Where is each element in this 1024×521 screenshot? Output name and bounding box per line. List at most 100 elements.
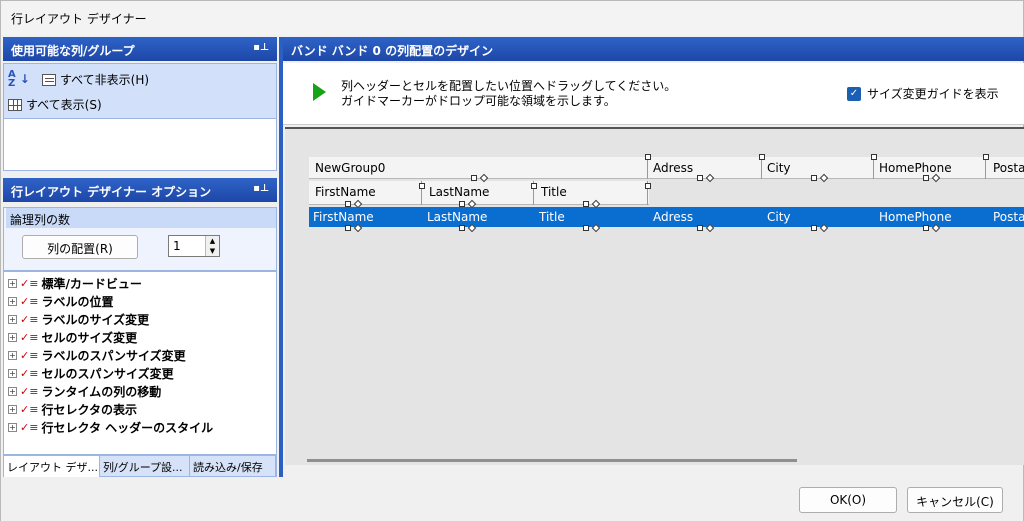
column-count-spinner[interactable]: 1 ▲ ▼ [168, 235, 220, 257]
expand-icon[interactable]: + [8, 386, 17, 396]
tree-item[interactable]: + ✓≡ ラベルのサイズ変更 [8, 310, 149, 328]
resize-handle[interactable] [471, 175, 477, 181]
group-header-row: NewGroup0 Adress City HomePhone Posta [309, 157, 1024, 179]
spin-down-icon[interactable]: ▼ [205, 246, 219, 256]
options-panel-title: 行レイアウト デザイナー オプション [11, 185, 212, 199]
cell-title[interactable]: Title [535, 207, 645, 227]
header-title[interactable]: Title [535, 181, 645, 203]
pin-icon[interactable]: ▪⊥ [253, 42, 269, 53]
expand-icon[interactable]: + [8, 368, 17, 378]
expand-icon[interactable]: + [8, 350, 17, 360]
cell-firstname[interactable]: FirstName [309, 207, 419, 227]
sort-az-icon: AZ [8, 69, 16, 89]
spin-up-icon[interactable]: ▲ [205, 236, 219, 246]
resize-handle[interactable] [697, 175, 703, 181]
tree-item[interactable]: + ✓≡ セルのサイズ変更 [8, 328, 137, 346]
columns-toolbar: AZ ↓ すべて非表示(H) すべて表示(S) [3, 63, 277, 119]
cell-posta[interactable]: Posta [989, 207, 1024, 227]
resize-handle[interactable] [759, 154, 765, 160]
window-title: 行レイアウト デザイナー [11, 12, 147, 26]
logical-columns-label: 論理列の数 [6, 208, 276, 228]
expand-icon[interactable]: + [8, 404, 17, 414]
tree-item[interactable]: + ✓≡ 行セレクタの表示 [8, 400, 137, 418]
sort-arrow-icon: ↓ [19, 72, 30, 86]
expand-icon[interactable]: + [8, 422, 17, 432]
tree-item[interactable]: + ✓≡ 行セレクタ ヘッダーのスタイル [8, 418, 213, 436]
expand-icon[interactable]: + [8, 314, 17, 324]
option-list-icon: ✓≡ [20, 402, 39, 416]
tab-layout-designer[interactable]: レイアウト デザ... [4, 456, 100, 477]
divider [761, 157, 762, 179]
header-lastname[interactable]: LastName [423, 181, 533, 203]
options-panel-header: 行レイアウト デザイナー オプション ▪⊥ [3, 178, 277, 202]
columns-panel-title: 使用可能な列/グループ [11, 44, 135, 58]
column-count-value: 1 [173, 239, 181, 253]
cell-homephone[interactable]: HomePhone [875, 207, 985, 227]
resize-handle[interactable] [871, 154, 877, 160]
left-tabs: レイアウト デザ... 列/グループ設... 読み込み/保存 [3, 455, 277, 477]
pin-icon[interactable]: ▪⊥ [253, 183, 269, 194]
resize-handle[interactable] [645, 183, 651, 189]
expand-icon[interactable]: + [8, 296, 17, 306]
grid-icon [8, 98, 22, 111]
option-list-icon: ✓≡ [20, 348, 39, 362]
cell-lastname[interactable]: LastName [423, 207, 533, 227]
divider [647, 157, 648, 179]
option-list-icon: ✓≡ [20, 366, 39, 380]
tree-item[interactable]: + ✓≡ ラベルの位置 [8, 292, 113, 310]
dialog-window: 行レイアウト デザイナー 使用可能な列/グループ ▪⊥ AZ ↓ すべて非表示(… [0, 0, 1024, 521]
cell-adress[interactable]: Adress [649, 207, 759, 227]
tree-item[interactable]: + ✓≡ セルのスパンサイズ変更 [8, 364, 174, 382]
resize-handle[interactable] [923, 175, 929, 181]
tab-load-save[interactable]: 読み込み/保存 [190, 456, 276, 477]
design-panel-header: バンド バンド 0 の列配置のデザイン [283, 37, 1024, 61]
option-list-icon: ✓≡ [20, 330, 39, 344]
option-list-icon: ✓≡ [20, 294, 39, 308]
header-firstname[interactable]: FirstName [309, 181, 419, 203]
available-columns-list[interactable] [3, 119, 277, 171]
expand-icon[interactable]: + [8, 332, 17, 342]
group-col-posta[interactable]: Posta [987, 157, 1024, 179]
resize-handle[interactable] [459, 225, 465, 231]
option-list-icon: ✓≡ [20, 276, 39, 290]
resize-handle[interactable] [811, 175, 817, 181]
resize-handle[interactable] [923, 225, 929, 231]
hide-all-label: すべて非表示(H) [60, 73, 150, 87]
tree-item[interactable]: + ✓≡ 標準/カードビュー [8, 274, 142, 292]
option-list-icon: ✓≡ [20, 420, 39, 434]
resize-handle[interactable] [583, 201, 589, 207]
play-icon [313, 83, 326, 101]
resize-handle[interactable] [459, 201, 465, 207]
layout-canvas[interactable]: NewGroup0 Adress City HomePhone Posta Fi… [285, 127, 1024, 465]
tab-column-group-settings[interactable]: 列/グループ設... [100, 456, 190, 477]
title-bar: 行レイアウト デザイナー [1, 1, 1023, 35]
resize-handle[interactable] [697, 225, 703, 231]
hide-all-button[interactable]: すべて非表示(H) [42, 71, 149, 88]
cell-city[interactable]: City [763, 207, 873, 227]
resize-guide-checkbox[interactable]: ✓ サイズ変更ガイドを表示 [847, 85, 999, 102]
checkbox-checked-icon[interactable]: ✓ [847, 86, 861, 101]
arrange-columns-button[interactable]: 列の配置(R) [22, 235, 138, 259]
expand-icon[interactable]: + [8, 278, 17, 288]
resize-handle[interactable] [345, 201, 351, 207]
selected-cell-row: FirstName LastName Title Adress City Hom… [309, 207, 1024, 227]
cancel-button[interactable]: キャンセル(C) [907, 487, 1003, 513]
logical-columns-section: 論理列の数 列の配置(R) 1 ▲ ▼ [3, 207, 277, 271]
resize-handle[interactable] [983, 154, 989, 160]
sort-button[interactable]: AZ ↓ [8, 69, 30, 89]
resize-guide-label: サイズ変更ガイドを表示 [867, 87, 999, 101]
resize-handle[interactable] [645, 154, 651, 160]
tree-item[interactable]: + ✓≡ ランタイムの列の移動 [8, 382, 161, 400]
resize-handle[interactable] [419, 183, 425, 189]
ok-button[interactable]: OK(O) [799, 487, 897, 513]
left-pane: 使用可能な列/グループ ▪⊥ AZ ↓ すべて非表示(H) すべて表示(S) 行… [1, 37, 279, 477]
resize-handle[interactable] [531, 183, 537, 189]
divider [873, 157, 874, 179]
show-all-button[interactable]: すべて表示(S) [8, 96, 102, 113]
horizontal-scrollbar[interactable] [307, 459, 797, 462]
resize-handle[interactable] [345, 225, 351, 231]
tree-item[interactable]: + ✓≡ ラベルのスパンサイズ変更 [8, 346, 186, 364]
resize-handle[interactable] [811, 225, 817, 231]
resize-handle[interactable] [583, 225, 589, 231]
show-all-label: すべて表示(S) [26, 98, 102, 112]
